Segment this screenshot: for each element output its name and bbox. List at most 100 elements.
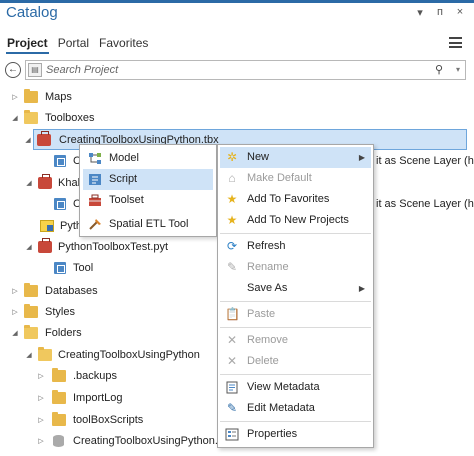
collapse-icon[interactable]: ◢ bbox=[24, 237, 34, 258]
expand-icon[interactable]: ▷ bbox=[36, 366, 46, 387]
menu-item-label: Save As bbox=[247, 282, 288, 294]
menu-item-toolset[interactable]: Toolset bbox=[83, 190, 213, 211]
expand-icon[interactable]: ▷ bbox=[36, 410, 46, 431]
tree-item-label-overflow: it as Scene Layer (ho bbox=[376, 155, 474, 167]
tree-item-label: Toolboxes bbox=[45, 112, 95, 124]
tree-item-toolboxes[interactable]: ◢ Toolboxes bbox=[0, 108, 474, 129]
refresh-icon: ⟳ bbox=[226, 239, 238, 253]
expand-icon[interactable]: ▷ bbox=[10, 87, 20, 108]
tree-item-maps[interactable]: ▷ Maps bbox=[0, 87, 474, 108]
folder-icon bbox=[24, 283, 38, 297]
folder-icon bbox=[52, 390, 66, 404]
menu-item-label: View Metadata bbox=[247, 381, 320, 393]
tree-item-label: Databases bbox=[45, 285, 98, 297]
toolbox-icon bbox=[38, 174, 52, 189]
menu-item-delete[interactable]: ✕ Delete bbox=[220, 351, 371, 372]
folder-icon bbox=[24, 89, 38, 103]
submenu-arrow-icon: ▶ bbox=[358, 284, 365, 293]
model-icon bbox=[88, 152, 102, 165]
collapse-icon[interactable]: ◢ bbox=[24, 345, 34, 366]
menu-item-remove[interactable]: ✕ Remove bbox=[220, 330, 371, 351]
collapse-icon[interactable]: ◢ bbox=[23, 130, 33, 151]
tree-item-label: Khal bbox=[58, 177, 81, 189]
menu-item-rename[interactable]: ✎ Rename bbox=[220, 257, 371, 278]
menu-item-edit-metadata[interactable]: ✎ Edit Metadata bbox=[220, 398, 371, 419]
edit-pencil-icon: ✎ bbox=[226, 401, 238, 415]
collapse-icon[interactable]: ◢ bbox=[10, 108, 20, 129]
search-box: ▤ ⚲ ▾ bbox=[25, 60, 466, 80]
script-tool-icon bbox=[54, 198, 66, 210]
menu-item-label: New bbox=[247, 151, 270, 163]
tab-portal[interactable]: Portal bbox=[57, 34, 90, 54]
folder-open-icon bbox=[24, 110, 38, 124]
tree-item-label: ImportLog bbox=[73, 392, 123, 404]
tree-item-label: Tool bbox=[73, 262, 94, 274]
menu-item-model[interactable]: Model bbox=[83, 148, 213, 169]
tree-item-label: .backups bbox=[73, 370, 118, 382]
tree-item-label: CreatingToolboxUsingPython bbox=[58, 349, 200, 361]
expand-icon[interactable]: ▷ bbox=[36, 431, 46, 452]
menu-item-new[interactable]: ✲ New ▶ bbox=[220, 147, 371, 168]
close-icon[interactable]: × bbox=[454, 6, 466, 19]
menu-item-paste[interactable]: 📋 Paste bbox=[220, 304, 371, 325]
properties-icon bbox=[225, 428, 239, 441]
search-dropdown-icon[interactable]: ▾ bbox=[456, 65, 460, 74]
menu-item-label: Edit Metadata bbox=[247, 402, 315, 414]
search-icon[interactable]: ⚲ bbox=[435, 63, 443, 76]
menu-separator bbox=[220, 421, 371, 422]
menu-item-label: Script bbox=[109, 173, 138, 185]
expand-icon[interactable]: ▷ bbox=[10, 302, 20, 323]
pin-icon[interactable]: ᴨ bbox=[434, 6, 446, 19]
menu-item-save-as[interactable]: Save As ▶ bbox=[220, 278, 371, 299]
back-arrow-icon[interactable]: ← bbox=[5, 62, 21, 78]
toolbox-context-menu: ✲ New ▶ ⌂ Make Default ★ Add To Favorite… bbox=[217, 144, 374, 448]
view-metadata-icon bbox=[225, 381, 239, 394]
panel-window-controls: ▾ ᴨ × bbox=[414, 6, 466, 19]
menu-item-label: Paste bbox=[247, 308, 276, 320]
hamburger-menu-icon[interactable] bbox=[449, 37, 462, 48]
collapse-icon[interactable]: ◢ bbox=[24, 173, 34, 194]
menu-item-add-to-new-projects[interactable]: ★ Add To New Projects bbox=[220, 210, 371, 231]
menu-item-label: Toolset bbox=[109, 194, 144, 206]
tree-item-label: Styles bbox=[45, 306, 75, 318]
menu-separator bbox=[220, 301, 371, 302]
spatial-etl-icon bbox=[88, 218, 102, 231]
panel-top-accent bbox=[0, 0, 474, 3]
menu-item-view-metadata[interactable]: View Metadata bbox=[220, 377, 371, 398]
menu-item-spatial-etl-tool[interactable]: Spatial ETL Tool bbox=[83, 214, 213, 235]
menu-item-label: Model bbox=[109, 152, 139, 164]
menu-item-label: Add To Favorites bbox=[247, 193, 330, 205]
menu-item-label: Refresh bbox=[247, 240, 286, 252]
new-sparkle-icon: ✲ bbox=[226, 150, 238, 164]
menu-item-properties[interactable]: Properties bbox=[220, 424, 371, 445]
menu-item-make-default[interactable]: ⌂ Make Default bbox=[220, 168, 371, 189]
folder-icon bbox=[52, 368, 66, 382]
search-scope-icon[interactable]: ▤ bbox=[28, 63, 42, 77]
tree-item-label: PythonToolboxTest.pyt bbox=[58, 241, 169, 253]
toolbox-icon bbox=[38, 238, 52, 253]
expand-icon[interactable]: ▷ bbox=[10, 281, 20, 302]
menu-separator bbox=[220, 374, 371, 375]
remove-x-icon: ✕ bbox=[226, 333, 238, 347]
delete-x-icon: ✕ bbox=[226, 354, 238, 368]
tab-favorites[interactable]: Favorites bbox=[98, 34, 149, 54]
menu-item-refresh[interactable]: ⟳ Refresh bbox=[220, 236, 371, 257]
menu-item-script[interactable]: Script bbox=[83, 169, 213, 190]
toolbox-icon bbox=[37, 131, 51, 146]
menu-item-add-to-favorites[interactable]: ★ Add To Favorites bbox=[220, 189, 371, 210]
tree-item-label: Maps bbox=[45, 91, 72, 103]
new-submenu: Model Script Toolset Spatial ETL Tool bbox=[79, 144, 217, 237]
menu-item-label: Rename bbox=[247, 261, 289, 273]
tab-project[interactable]: Project bbox=[6, 34, 49, 54]
panel-options-icon[interactable]: ▾ bbox=[414, 6, 426, 19]
menu-item-label: Remove bbox=[247, 334, 288, 346]
menu-item-label: Delete bbox=[247, 355, 279, 367]
script-tool-icon bbox=[54, 155, 66, 167]
menu-item-label: Make Default bbox=[247, 172, 312, 184]
script-tool-icon bbox=[54, 262, 66, 274]
submenu-arrow-icon: ▶ bbox=[358, 153, 365, 162]
search-input[interactable] bbox=[46, 62, 426, 78]
menu-item-label: Properties bbox=[247, 428, 298, 440]
collapse-icon[interactable]: ◢ bbox=[10, 323, 20, 344]
expand-icon[interactable]: ▷ bbox=[36, 388, 46, 409]
